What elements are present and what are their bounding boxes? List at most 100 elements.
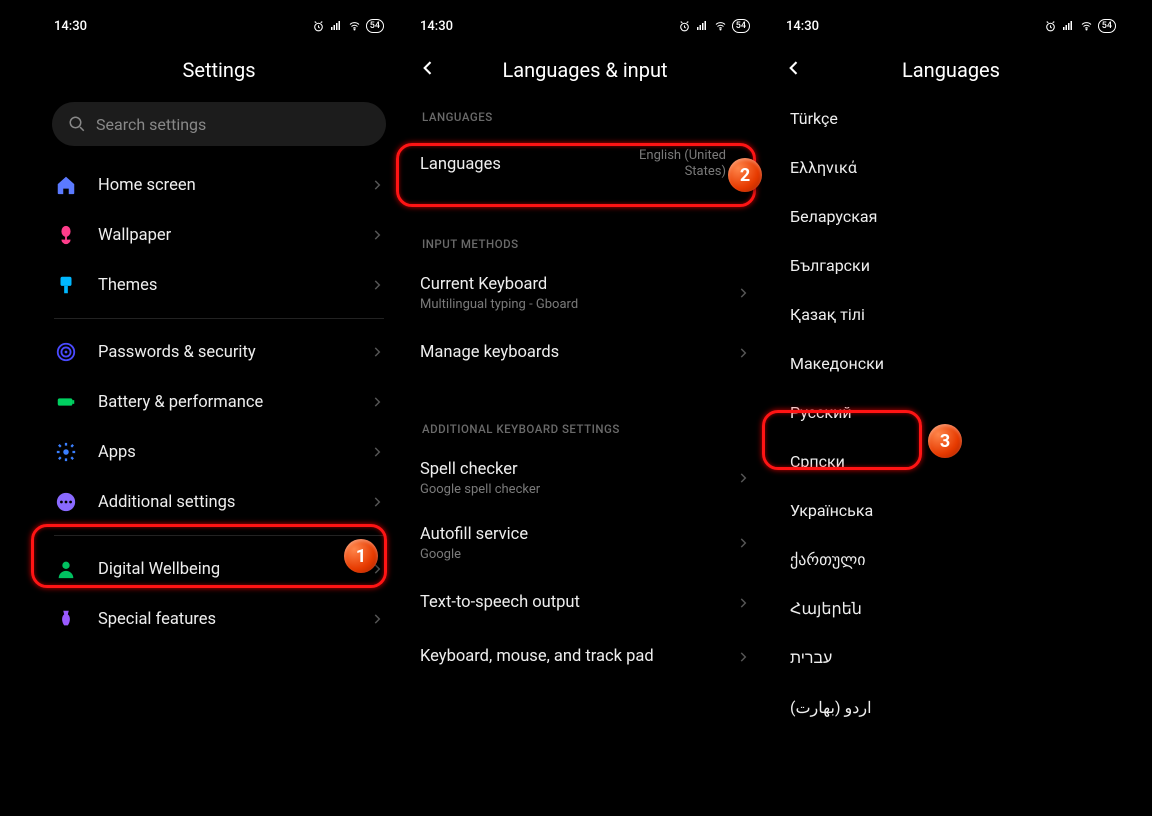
language-item[interactable]: اردو (بھارت) bbox=[768, 683, 1134, 732]
signal-icon bbox=[1061, 20, 1075, 32]
item-label: Themes bbox=[98, 276, 370, 295]
settings-item-battery-performance[interactable]: Battery & performance bbox=[36, 377, 402, 427]
language-item[interactable]: Русский bbox=[768, 388, 1134, 437]
special-features-icon bbox=[54, 607, 78, 631]
chevron-right-icon bbox=[370, 278, 384, 292]
alarm-icon bbox=[678, 20, 691, 33]
chevron-right-icon bbox=[736, 596, 750, 610]
signal-icon bbox=[329, 20, 343, 32]
apps-icon bbox=[54, 440, 78, 464]
item-label: Manage keyboards bbox=[420, 343, 736, 362]
item-sub: Multilingual typing - Gboard bbox=[420, 297, 736, 312]
item-label: Additional settings bbox=[98, 493, 370, 512]
battery-level: 54 bbox=[1098, 19, 1116, 33]
item-sub: Google spell checker bbox=[420, 482, 736, 497]
wallpaper-icon bbox=[54, 223, 78, 247]
languages-list: TürkçeΕλληνικάБеларускаяБългарскиҚазақ т… bbox=[768, 94, 1134, 732]
header: Settings bbox=[36, 46, 402, 94]
item-label: Current Keyboard bbox=[420, 275, 736, 294]
status-time: 14:30 bbox=[54, 19, 87, 34]
settings-item-additional-settings[interactable]: Additional settings bbox=[36, 477, 402, 527]
languages-item[interactable]: Languages English (United States) bbox=[402, 134, 768, 195]
item-sub: Google bbox=[420, 547, 736, 562]
chevron-right-icon bbox=[370, 495, 384, 509]
section-label-languages: LANGUAGES bbox=[402, 94, 768, 134]
back-button[interactable] bbox=[418, 58, 438, 82]
language-item[interactable]: Беларуская bbox=[768, 192, 1134, 241]
divider bbox=[54, 535, 384, 536]
chevron-right-icon bbox=[736, 471, 750, 485]
divider bbox=[54, 318, 384, 319]
language-item[interactable]: ქართული bbox=[768, 535, 1134, 584]
settings-item-passwords-security[interactable]: Passwords & security bbox=[36, 327, 402, 377]
chevron-right-icon bbox=[370, 562, 384, 576]
manage-keyboards-item[interactable]: Manage keyboards bbox=[402, 326, 768, 380]
settings-item-digital-wellbeing[interactable]: Digital Wellbeing bbox=[36, 544, 402, 594]
language-item[interactable]: עברית bbox=[768, 633, 1134, 683]
page-title: Languages & input bbox=[502, 58, 667, 82]
language-item[interactable]: Հայերեն bbox=[768, 584, 1134, 633]
kbd-mouse-item[interactable]: Keyboard, mouse, and track pad bbox=[402, 630, 768, 684]
wifi-icon bbox=[1079, 20, 1094, 32]
chevron-right-icon bbox=[736, 286, 750, 300]
item-value: English (United States) bbox=[639, 148, 726, 181]
header: Languages & input bbox=[402, 46, 768, 94]
item-label: Wallpaper bbox=[98, 226, 370, 245]
alarm-icon bbox=[1044, 20, 1057, 33]
item-label: Text-to-speech output bbox=[420, 593, 736, 612]
settings-item-themes[interactable]: Themes bbox=[36, 260, 402, 310]
language-item[interactable]: Македонски bbox=[768, 339, 1134, 388]
back-button[interactable] bbox=[784, 58, 804, 82]
search-placeholder: Search settings bbox=[96, 115, 206, 134]
settings-item-special-features[interactable]: Special features bbox=[36, 594, 402, 644]
battery-performance-icon bbox=[54, 390, 78, 414]
status-time: 14:30 bbox=[786, 19, 819, 34]
chevron-right-icon bbox=[370, 612, 384, 626]
settings-item-home-screen[interactable]: Home screen bbox=[36, 160, 402, 210]
item-label: Special features bbox=[98, 610, 370, 629]
signal-icon bbox=[695, 20, 709, 32]
autofill-item[interactable]: Autofill service Google bbox=[402, 511, 768, 576]
settings-item-apps[interactable]: Apps bbox=[36, 427, 402, 477]
item-label: Passwords & security bbox=[98, 343, 370, 362]
current-keyboard-item[interactable]: Current Keyboard Multilingual typing - G… bbox=[402, 261, 768, 326]
status-icons: 54 bbox=[312, 19, 384, 33]
languages-list-panel: 14:30 54 Languages TürkçeΕλληνικάБеларус… bbox=[768, 0, 1134, 816]
chevron-right-icon bbox=[370, 445, 384, 459]
item-label: Battery & performance bbox=[98, 393, 370, 412]
digital-wellbeing-icon bbox=[54, 557, 78, 581]
item-label: Home screen bbox=[98, 176, 370, 195]
wifi-icon bbox=[713, 20, 728, 32]
search-input[interactable]: Search settings bbox=[52, 102, 386, 146]
item-label: Languages bbox=[420, 155, 639, 174]
chevron-right-icon bbox=[736, 650, 750, 664]
status-bar: 14:30 54 bbox=[402, 6, 768, 46]
status-time: 14:30 bbox=[420, 19, 453, 34]
settings-item-wallpaper[interactable]: Wallpaper bbox=[36, 210, 402, 260]
settings-group-2: Passwords & security Battery & performanc… bbox=[36, 327, 402, 527]
home-screen-icon bbox=[54, 173, 78, 197]
spell-checker-item[interactable]: Spell checker Google spell checker bbox=[402, 446, 768, 511]
settings-panel: 14:30 54 Settings Search settings Home s… bbox=[36, 0, 402, 816]
passwords-security-icon bbox=[54, 340, 78, 364]
tts-item[interactable]: Text-to-speech output bbox=[402, 576, 768, 630]
section-label-additional: ADDITIONAL KEYBOARD SETTINGS bbox=[402, 406, 768, 446]
chevron-right-icon bbox=[370, 178, 384, 192]
language-item[interactable]: Български bbox=[768, 241, 1134, 290]
language-item[interactable]: Српски bbox=[768, 437, 1134, 486]
chevron-right-icon bbox=[736, 536, 750, 550]
chevron-right-icon bbox=[370, 395, 384, 409]
additional-settings-icon bbox=[54, 490, 78, 514]
section-label-input: INPUT METHODS bbox=[402, 221, 768, 261]
themes-icon bbox=[54, 273, 78, 297]
chevron-left-icon bbox=[784, 58, 804, 78]
language-item[interactable]: Українська bbox=[768, 486, 1134, 535]
language-item[interactable]: Türkçe bbox=[768, 94, 1134, 143]
language-item[interactable]: Ελληνικά bbox=[768, 143, 1134, 192]
alarm-icon bbox=[312, 20, 325, 33]
languages-input-panel: 14:30 54 Languages & input LANGUAGES Lan… bbox=[402, 0, 768, 816]
wifi-icon bbox=[347, 20, 362, 32]
page-title: Settings bbox=[182, 58, 255, 82]
language-item[interactable]: Қазақ тілі bbox=[768, 290, 1134, 339]
status-icons: 54 bbox=[678, 19, 750, 33]
